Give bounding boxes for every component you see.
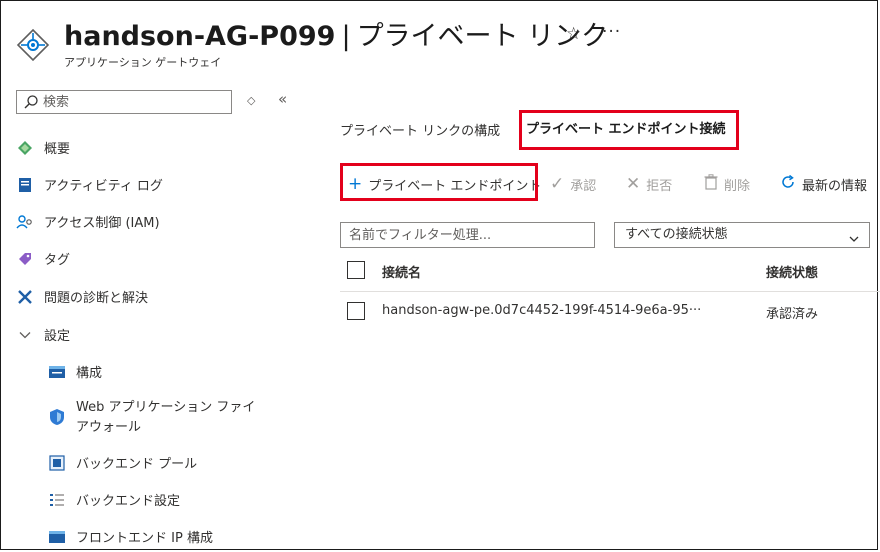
tag-icon	[16, 250, 34, 268]
button-label: 最新の情報	[802, 179, 868, 194]
sidebar-item-label: バックエンド設定	[76, 494, 181, 509]
table-divider	[340, 291, 880, 292]
sidebar-item-diagnose[interactable]: 問題の診断と解決	[16, 287, 148, 306]
refresh-icon	[780, 174, 796, 195]
sidebar-item-label: 問題の診断と解決	[44, 291, 149, 306]
sidebar-group-settings[interactable]: 設定	[16, 325, 70, 344]
sidebar-item-tags[interactable]: タグ	[16, 249, 70, 268]
waf-shield-icon	[48, 408, 66, 426]
sidebar-item-label: 構成	[76, 366, 103, 381]
button-label: 拒否	[646, 178, 673, 194]
chevron-down-icon	[16, 326, 34, 344]
sidebar-item-label: 概要	[44, 142, 71, 157]
trash-icon	[704, 174, 718, 195]
highlight-box-tab	[519, 110, 739, 150]
expand-toggle-icon[interactable]: ◇	[247, 94, 255, 107]
highlight-box-add-button	[340, 163, 538, 201]
activity-log-icon	[16, 176, 34, 194]
search-icon	[23, 94, 39, 110]
sidebar-item-activity-log[interactable]: アクティビティ ログ	[16, 175, 163, 194]
button-label: 承認	[570, 178, 597, 194]
sidebar-item-label: アクセス制御 (IAM)	[44, 216, 160, 231]
sidebar-item-label: フロントエンド IP 構成	[76, 531, 213, 546]
name-filter-input[interactable]	[340, 222, 595, 248]
column-header-connection-state[interactable]: 接続状態	[766, 262, 818, 281]
sidebar-item-label: タグ	[44, 253, 71, 268]
backend-settings-icon	[48, 491, 66, 509]
sidebar-item-label: アクティビティ ログ	[44, 179, 163, 194]
configuration-icon	[48, 363, 66, 381]
sidebar-item-label: 設定	[44, 329, 71, 344]
collapse-sidebar-button[interactable]: «	[278, 90, 287, 108]
application-gateway-icon	[16, 28, 50, 62]
sidebar-item-waf[interactable]: Web アプリケーション ファイアウォール	[48, 398, 266, 438]
sidebar-item-backend-pools[interactable]: バックエンド プール	[48, 453, 197, 472]
sidebar-item-frontend-ip[interactable]: フロントエンド IP 構成	[48, 527, 213, 546]
connection-name-link[interactable]: handson-agw-pe.0d7c4452-199f-4514-9e6a-9…	[382, 303, 701, 318]
close-icon: ✕	[626, 174, 641, 194]
sidebar-search[interactable]	[16, 90, 232, 114]
checkmark-icon: ✓	[550, 174, 565, 194]
page-title: handson-AG-P099 | プライベート リンク	[64, 14, 608, 53]
sidebar-item-overview[interactable]: 概要	[16, 138, 70, 157]
column-header-connection-name[interactable]: 接続名	[382, 262, 421, 281]
title-separator: |	[341, 21, 351, 52]
diagnose-icon	[16, 288, 34, 306]
backend-pool-icon	[48, 454, 66, 472]
button-label: 削除	[724, 179, 751, 194]
resource-name: handson-AG-P099	[64, 21, 336, 52]
connection-state-dropdown[interactable]: すべての接続状態	[614, 222, 870, 248]
approve-button[interactable]: ✓ 承認	[550, 174, 596, 194]
select-all-checkbox[interactable]	[347, 261, 365, 279]
overview-icon	[16, 139, 34, 157]
row-checkbox[interactable]	[347, 302, 365, 320]
frontend-ip-icon	[48, 528, 66, 546]
sidebar-item-label: バックエンド プール	[76, 457, 198, 472]
search-input[interactable]	[43, 93, 223, 111]
sidebar-item-iam[interactable]: アクセス制御 (IAM)	[16, 212, 160, 231]
dropdown-selected-value: すべての接続状態	[625, 227, 728, 242]
sidebar-item-label: Web アプリケーション ファイアウォール	[76, 400, 256, 435]
iam-icon	[16, 213, 34, 231]
chevron-down-icon	[849, 229, 859, 242]
connection-state-cell: 承認済み	[766, 307, 819, 322]
sidebar-item-configuration[interactable]: 構成	[48, 362, 102, 381]
resource-type: アプリケーション ゲートウェイ	[64, 56, 222, 69]
more-options-button[interactable]: ···	[602, 22, 621, 42]
refresh-button[interactable]: 最新の情報	[780, 174, 867, 195]
tab-private-link-configuration[interactable]: プライベート リンクの構成	[340, 120, 500, 139]
favorite-star-icon[interactable]: ☆	[566, 24, 581, 44]
reject-button[interactable]: ✕ 拒否	[626, 174, 672, 194]
delete-button[interactable]: 削除	[704, 174, 750, 195]
sidebar-item-backend-settings[interactable]: バックエンド設定	[48, 490, 180, 509]
